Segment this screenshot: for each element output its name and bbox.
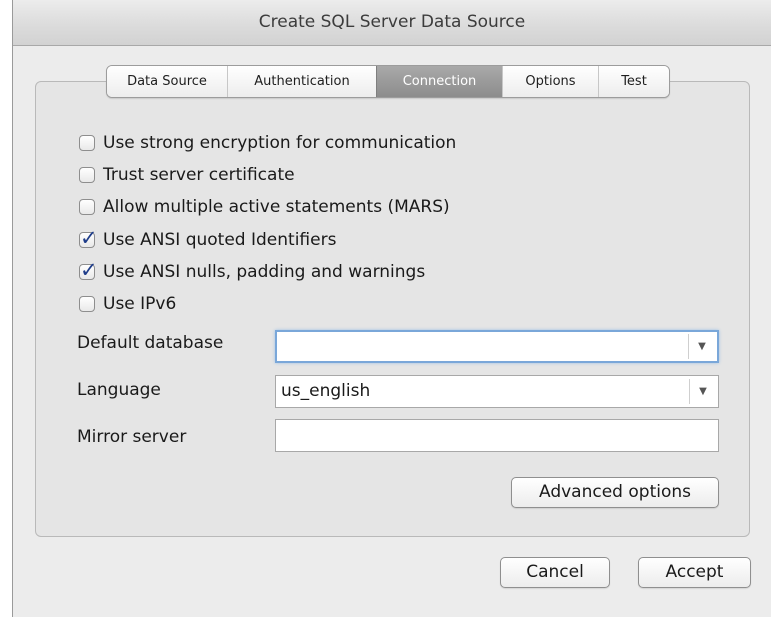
option-mars[interactable]: Allow multiple active statements (MARS) (79, 192, 450, 222)
checkbox[interactable] (79, 296, 95, 312)
chevron-down-icon[interactable]: ▼ (688, 334, 715, 359)
option-ansi-quoted-identifiers[interactable]: ✓ Use ANSI quoted Identifiers (79, 225, 336, 255)
default-database-combo[interactable]: ▼ (275, 330, 719, 363)
option-ansi-nulls[interactable]: ✓ Use ANSI nulls, padding and warnings (79, 257, 425, 287)
chevron-down-icon[interactable]: ▼ (689, 379, 716, 404)
tab-authentication[interactable]: Authentication (227, 66, 376, 97)
checkbox[interactable] (79, 199, 95, 215)
advanced-options-button[interactable]: Advanced options (511, 477, 719, 508)
option-strong-encryption[interactable]: Use strong encryption for communication (79, 128, 456, 158)
language-combo[interactable]: us_english ▼ (275, 375, 719, 408)
option-label: Allow multiple active statements (MARS) (103, 197, 450, 217)
option-label: Use ANSI nulls, padding and warnings (103, 262, 426, 282)
checkbox[interactable]: ✓ (79, 226, 98, 250)
checkbox[interactable] (79, 167, 95, 183)
checkbox[interactable]: ✓ (79, 258, 98, 282)
tab-bar: Data Source Authentication Connection Op… (106, 65, 670, 98)
checkmark-icon: ✓ (80, 258, 98, 282)
tab-options[interactable]: Options (502, 66, 598, 97)
option-label: Use ANSI quoted Identifiers (103, 230, 337, 250)
checkmark-icon: ✓ (80, 226, 98, 250)
tab-data-source[interactable]: Data Source (107, 66, 227, 97)
tab-connection[interactable]: Connection (376, 66, 502, 97)
accept-button[interactable]: Accept (638, 557, 751, 588)
cancel-button[interactable]: Cancel (500, 557, 610, 588)
option-label: Use strong encryption for communication (103, 133, 457, 153)
mirror-server-input[interactable] (275, 419, 719, 452)
language-label: Language (77, 380, 161, 400)
default-database-label: Default database (77, 333, 224, 353)
checkbox[interactable] (79, 135, 95, 151)
option-trust-certificate[interactable]: Trust server certificate (79, 160, 295, 190)
window-title: Create SQL Server Data Source (13, 0, 771, 46)
language-value: us_english (281, 381, 371, 401)
tab-test[interactable]: Test (598, 66, 669, 97)
option-label: Use IPv6 (103, 294, 177, 314)
option-ipv6[interactable]: Use IPv6 (79, 289, 176, 319)
mirror-server-label: Mirror server (77, 427, 187, 447)
option-label: Trust server certificate (103, 165, 295, 185)
